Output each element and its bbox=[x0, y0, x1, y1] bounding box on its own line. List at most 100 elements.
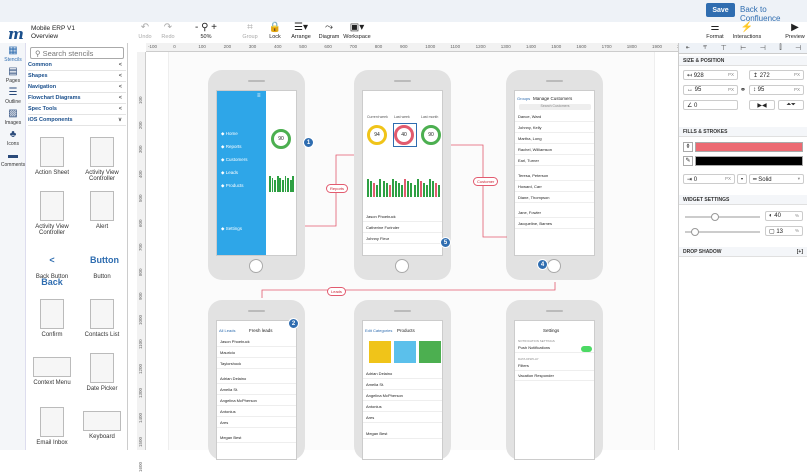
category-ios-components[interactable]: iOS Components ∨ bbox=[28, 117, 126, 126]
width-field[interactable]: ↔ 95 PX bbox=[683, 85, 738, 95]
stencil-activity-view-controller[interactable]: Activity View Controller bbox=[78, 131, 126, 188]
customer-row[interactable]: Johnny, Kelly bbox=[515, 125, 594, 133]
employee-row[interactable]: Johnny Fleur bbox=[363, 236, 442, 244]
back-to-confluence-link[interactable]: Back to Confluence bbox=[740, 5, 807, 23]
nav-stencils[interactable]: ▦ Stencils bbox=[0, 45, 26, 63]
customer-row[interactable]: Jane, Fowler bbox=[515, 210, 594, 218]
customer-row[interactable]: Teresa, Peterson bbox=[515, 173, 594, 181]
opacity-slider-handle[interactable] bbox=[711, 213, 719, 221]
redo-button[interactable]: ↷ Redo bbox=[155, 22, 181, 40]
stencil-context-menu[interactable]: Context Menu bbox=[28, 347, 76, 404]
phone-manage-customers[interactable]: Groups Manage Customers Search Customers Da… bbox=[506, 70, 603, 280]
category-shapes[interactable]: Shapes < bbox=[28, 73, 126, 82]
distribute-icon[interactable]: ⫿ bbox=[779, 44, 781, 52]
customer-row[interactable]: Earl, Turner bbox=[515, 158, 594, 166]
phone-products-screen[interactable]: Edit Categories Products Adrian Delaino Ame… bbox=[362, 320, 443, 460]
category-common[interactable]: Common < bbox=[28, 62, 126, 71]
nav-images[interactable]: ▨ Images bbox=[0, 108, 26, 126]
lead-row[interactable]: Megan Best bbox=[217, 435, 296, 443]
product-row[interactable]: Antonius bbox=[363, 404, 442, 412]
y-field[interactable]: ↥ 272 PX bbox=[749, 70, 804, 80]
link-icon[interactable]: ⚭ bbox=[740, 86, 746, 94]
flip-vertical-button[interactable]: ⏶⏷ bbox=[778, 100, 804, 110]
menu-item-products[interactable]: ◆ Products bbox=[221, 183, 243, 189]
stencil-keyboard[interactable]: Keyboard bbox=[78, 401, 126, 450]
arrange-button[interactable]: ☰▾ Arrange bbox=[288, 22, 314, 40]
connector-label[interactable]: Customer bbox=[473, 177, 499, 186]
product-image[interactable] bbox=[369, 341, 391, 363]
align-right-icon[interactable]: ⊣ bbox=[795, 44, 801, 52]
stroke-width-stepper[interactable]: ▾ bbox=[737, 174, 747, 184]
vacation-responder-row[interactable]: Vacation Responder bbox=[515, 373, 594, 381]
phone-dashboard-menu-screen[interactable]: ◆ Home ◆ Reports ◆ Customers ◆ Leads ◆ Produ… bbox=[216, 90, 297, 256]
customer-search-input[interactable]: Search Customers bbox=[519, 104, 591, 110]
filters-row[interactable]: Filters bbox=[515, 363, 594, 371]
lead-row[interactable]: Amelia St. bbox=[217, 387, 296, 395]
connector-label[interactable]: Leads bbox=[327, 287, 346, 296]
rotation-field[interactable]: ∠ 0 bbox=[683, 100, 738, 110]
employee-row[interactable]: Jason Phoebuck bbox=[363, 214, 442, 222]
x-field[interactable]: ↤ 928 PX bbox=[683, 70, 738, 80]
nav-outline[interactable]: ☰ Outline bbox=[0, 87, 26, 105]
menu-item-customers[interactable]: ◆ Customers bbox=[221, 157, 247, 163]
align-top-icon[interactable]: ⊤ bbox=[721, 44, 727, 52]
save-button[interactable]: Save bbox=[706, 3, 735, 17]
category-spec-tools[interactable]: Spec Tools < bbox=[28, 106, 126, 115]
phone-dashboard-menu[interactable]: ◆ Home ◆ Reports ◆ Customers ◆ Leads ◆ Produ… bbox=[208, 70, 305, 280]
phone-products[interactable]: Edit Categories Products Adrian Delaino Ame… bbox=[354, 300, 451, 460]
phone-settings-screen[interactable]: Settings NOTIFICATION SETTINGS Push Notifi… bbox=[514, 320, 595, 460]
corner-radius-field[interactable]: ▢ 13% bbox=[765, 226, 803, 236]
opacity-field[interactable]: ◐ 40% bbox=[765, 211, 803, 221]
product-row[interactable]: Amelia St. bbox=[363, 382, 442, 390]
phone-dashboard[interactable]: Current week Last week Last month 94 40 90 Jas… bbox=[354, 70, 451, 280]
nav-pages[interactable]: ▤ Pages bbox=[0, 66, 26, 84]
stencil-date-picker[interactable]: Date Picker bbox=[78, 347, 126, 404]
nav-icons[interactable]: ♣ Icons bbox=[0, 129, 26, 147]
diagram-button[interactable]: ⤳ Diagram bbox=[316, 22, 342, 40]
customer-row[interactable]: Dance, Ward bbox=[515, 114, 594, 122]
flip-horizontal-button[interactable]: ▶◀ bbox=[749, 100, 775, 110]
customer-row[interactable]: Jacqueline, Barnes bbox=[515, 221, 594, 229]
customer-row[interactable]: Diane, Thompson bbox=[515, 195, 594, 203]
edit-categories-link[interactable]: Edit Categories bbox=[365, 328, 392, 333]
phone-dashboard-screen[interactable]: Current week Last week Last month 94 40 90 Jas… bbox=[362, 90, 443, 256]
product-row[interactable]: Adrian Delaino bbox=[363, 371, 442, 379]
push-toggle[interactable] bbox=[581, 346, 592, 352]
lead-row[interactable]: Angelina McPherson bbox=[217, 398, 296, 406]
menu-item-settings[interactable]: ◆ Settings bbox=[221, 226, 242, 232]
interactions-button[interactable]: ⚡ Interactions bbox=[730, 22, 764, 40]
stencil-action-sheet[interactable]: Action Sheet bbox=[28, 131, 76, 188]
product-row[interactable]: Angelina McPherson bbox=[363, 393, 442, 401]
group-button[interactable]: ⌗ Group bbox=[237, 22, 263, 40]
nav-comments[interactable]: ▬ Comments bbox=[0, 150, 26, 168]
lead-row[interactable]: Jason Phoebuck bbox=[217, 339, 296, 347]
employee-row[interactable]: Catherine Furinder bbox=[363, 225, 442, 233]
menu-item-home[interactable]: ◆ Home bbox=[221, 131, 238, 137]
height-field[interactable]: ↕ 95 PX bbox=[749, 85, 804, 95]
stencil-activity-view-controller[interactable]: Activity View Controller bbox=[28, 185, 76, 242]
lock-button[interactable]: 🔒 Lock bbox=[262, 22, 288, 40]
product-image[interactable] bbox=[419, 341, 441, 363]
product-row[interactable]: Ares bbox=[363, 415, 442, 423]
nav-back-link[interactable]: Groups bbox=[517, 96, 530, 101]
lead-row[interactable]: Antonius bbox=[217, 409, 296, 417]
category-navigation[interactable]: Navigation < bbox=[28, 84, 126, 93]
fill-bucket-icon[interactable]: ⚱ bbox=[683, 142, 693, 152]
hamburger-icon[interactable]: ≡ bbox=[257, 93, 261, 99]
align-left-icon[interactable]: ⊢ bbox=[740, 44, 746, 52]
phone-manage-customers-screen[interactable]: Groups Manage Customers Search Customers Da… bbox=[514, 90, 595, 256]
zoom-button[interactable]: - ⚲ +50% bbox=[193, 22, 219, 40]
align-middle-icon[interactable]: ⫧ bbox=[703, 44, 707, 52]
stencil-confirm[interactable]: Confirm bbox=[28, 293, 76, 350]
connector-label[interactable]: Reports bbox=[326, 184, 349, 193]
stencil-email-inbox[interactable]: Email Inbox bbox=[28, 401, 76, 450]
align-center-icon[interactable]: ⊣ bbox=[760, 44, 766, 52]
category-flowchart-diagrams[interactable]: Flowchart Diagrams < bbox=[28, 95, 126, 104]
workspace-button[interactable]: ▣▾ Workspace bbox=[342, 22, 372, 40]
menu-item-leads[interactable]: ◆ Leads bbox=[221, 170, 238, 176]
lead-row[interactable]: Taylorshock bbox=[217, 361, 296, 369]
lead-row[interactable]: Ares bbox=[217, 420, 296, 428]
nav-back-link[interactable]: All Leads bbox=[219, 328, 235, 333]
align-bottom-icon[interactable]: ⫦ bbox=[686, 44, 690, 52]
phone-settings[interactable]: Settings NOTIFICATION SETTINGS Push Notifi… bbox=[506, 300, 603, 460]
